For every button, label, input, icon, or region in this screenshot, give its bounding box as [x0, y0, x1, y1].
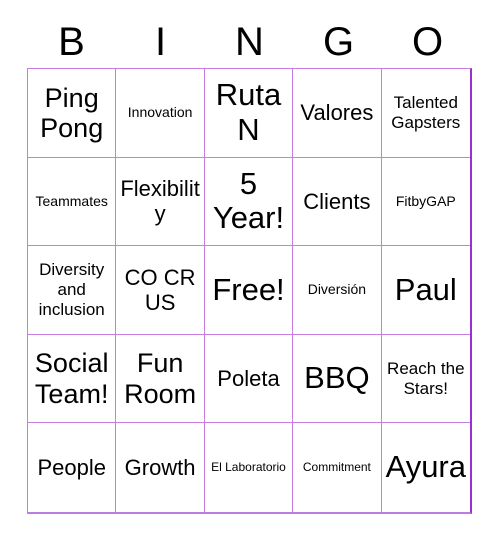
bingo-cell-label: Valores [300, 100, 374, 126]
bingo-cell-label: Diversity and inclusion [38, 260, 105, 319]
bingo-cell-label: Poleta [217, 366, 280, 392]
bingo-cell-r5c3[interactable]: El Laboratorio [204, 423, 294, 512]
bingo-cell-label: Diversión [307, 281, 367, 298]
bingo-cell-label: Clients [303, 188, 371, 214]
bingo-cell-r4c5[interactable]: Reach the Stars! [381, 334, 470, 424]
bingo-cell-r4c4[interactable]: BBQ [293, 334, 382, 424]
bingo-cell-r4c1[interactable]: Social Team! [28, 334, 117, 424]
bingo-cell-r1c5[interactable]: Talented Gapsters [381, 69, 470, 158]
bingo-cell-r1c1[interactable]: Ping Pong [28, 69, 117, 158]
bingo-cell-label: People [37, 455, 106, 481]
bingo-cell-label: BBQ [304, 360, 370, 396]
bingo-cell-r5c2[interactable]: Growth [116, 423, 205, 512]
bingo-header-letter-g: G [322, 20, 355, 64]
bingo-cell-r5c5[interactable]: Ayura [381, 423, 470, 512]
bingo-cell-label: 5 Year! [212, 165, 285, 236]
bingo-header-letter-b: B [58, 20, 85, 64]
bingo-cell-r4c3[interactable]: Poleta [204, 334, 294, 424]
bingo-cell-r4c2[interactable]: Fun Room [116, 334, 205, 424]
bingo-card: B I N G O Ping Pong Innovation Ruta N Valores Ta… [0, 0, 500, 544]
bingo-cell-label: Teammates [35, 192, 108, 209]
bingo-cell-label: Ruta N [215, 77, 282, 147]
bingo-cell-label: Paul [394, 271, 457, 307]
bingo-cell-label: FitbyGAP [395, 192, 456, 209]
bingo-header-letter-n: N [235, 20, 264, 64]
bingo-cell-label: Innovation [127, 103, 193, 120]
bingo-cell-r3c2[interactable]: CO CR US [116, 246, 205, 335]
bingo-cell-r1c3[interactable]: Ruta N [204, 69, 294, 158]
bingo-cell-label: Reach the Stars! [387, 358, 465, 398]
bingo-cell-r5c1[interactable]: People [28, 423, 117, 512]
bingo-cell-label: Social Team! [34, 348, 109, 409]
bingo-header-letter-i: I [154, 20, 167, 64]
bingo-grid: Ping Pong Innovation Ruta N Valores Talented… [27, 68, 472, 514]
bingo-cell-r2c5[interactable]: FitbyGAP [381, 157, 470, 247]
bingo-cell-r2c1[interactable]: Teammates [28, 157, 117, 247]
bingo-cell-r1c2[interactable]: Innovation [116, 69, 205, 158]
bingo-cell-label: Flexibility [120, 176, 200, 227]
bingo-cell-r3c5[interactable]: Paul [381, 246, 470, 335]
bingo-cell-label: Fun Room [124, 348, 197, 409]
bingo-cell-label: CO CR US [124, 264, 196, 315]
bingo-cell-r3c1[interactable]: Diversity and inclusion [28, 246, 117, 335]
bingo-cell-r1c4[interactable]: Valores [293, 69, 382, 158]
bingo-cell-label: Ping Pong [40, 82, 104, 143]
bingo-header-letter-o: O [411, 20, 444, 64]
bingo-cell-label: El Laboratorio [211, 459, 286, 474]
bingo-cell-r3c4[interactable]: Diversión [293, 246, 382, 335]
bingo-cell-label: Commitment [302, 459, 371, 474]
bingo-cell-r3c3[interactable]: Free! [204, 246, 294, 335]
bingo-cell-r5c4[interactable]: Commitment [293, 423, 382, 512]
bingo-cell-label: Growth [124, 455, 196, 481]
bingo-cell-label: Talented Gapsters [391, 93, 461, 132]
bingo-cell-label: Free! [212, 271, 285, 307]
bingo-cell-r2c3[interactable]: 5 Year! [204, 157, 294, 247]
bingo-header-row: BINGO [27, 16, 472, 68]
bingo-cell-label: Ayura [385, 449, 466, 485]
bingo-cell-r2c2[interactable]: Flexibility [116, 157, 205, 247]
bingo-cell-r2c4[interactable]: Clients [293, 157, 382, 247]
